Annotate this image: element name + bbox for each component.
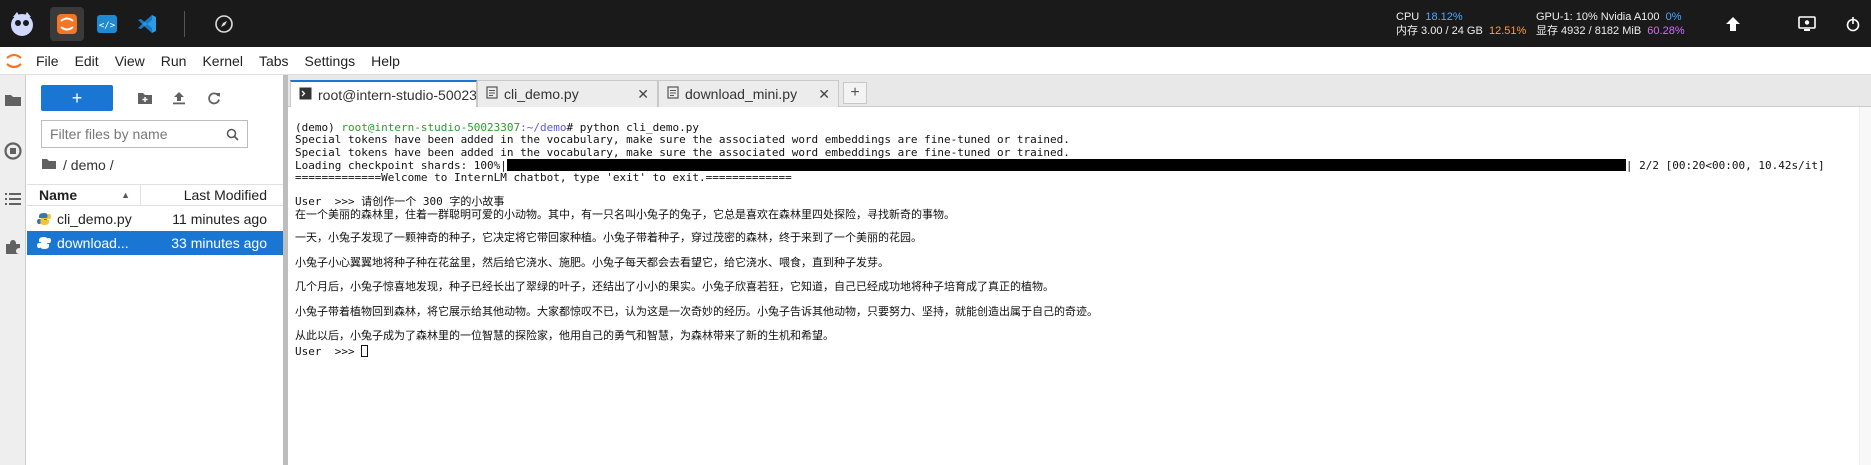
tab-terminal[interactable]: root@intern-studio-50023 bbox=[290, 80, 477, 108]
prompt-path: :~/demo bbox=[520, 121, 567, 134]
terminal-line: =============Welcome to InternLM chatbot… bbox=[295, 170, 792, 184]
terminal-scrollbar[interactable] bbox=[1859, 107, 1871, 465]
python-file-icon bbox=[27, 236, 53, 250]
system-monitor: CPU 18.12% GPU-1: 10% Nvidia A100 0% 内存 … bbox=[1396, 10, 1685, 38]
menu-file[interactable]: File bbox=[28, 53, 67, 69]
new-tab-button[interactable]: + bbox=[843, 82, 867, 104]
terminal-line: Special tokens have been added in the vo… bbox=[295, 133, 1070, 147]
filter-files-field[interactable] bbox=[41, 120, 248, 148]
text-file-icon bbox=[667, 86, 679, 102]
file-list-header: Name ▲ Last Modified bbox=[27, 184, 283, 206]
upload-files-icon[interactable] bbox=[168, 87, 190, 109]
folder-icon[interactable] bbox=[41, 157, 57, 173]
tab-cli-demo[interactable]: cli_demo.py ✕ bbox=[477, 80, 658, 107]
compass-icon[interactable] bbox=[207, 7, 241, 41]
text-file-icon bbox=[486, 86, 498, 102]
vscode-app-icon[interactable] bbox=[130, 7, 164, 41]
story-paragraph: 从此以后，小兔子成为了森林里的一位智慧的探险家，他用自己的勇气和智慧，为森林带来… bbox=[295, 329, 834, 343]
tab-download-mini[interactable]: download_mini.py ✕ bbox=[658, 80, 839, 107]
cpu-value: 18.12% bbox=[1425, 11, 1463, 23]
prompt-env: (demo) bbox=[295, 121, 342, 134]
jupyter-logo-icon bbox=[0, 51, 28, 71]
file-browser: + / demo / Name ▲ Last Modified cli_demo… bbox=[27, 75, 283, 465]
progress-bar bbox=[506, 159, 1626, 172]
cpu-label: CPU bbox=[1396, 11, 1420, 23]
running-kernels-icon[interactable] bbox=[3, 141, 23, 161]
terminal-line-progress: Loading checkpoint shards: 100%| | 2/2 [0… bbox=[295, 159, 1859, 173]
gpu-value: 0% bbox=[1665, 11, 1682, 23]
file-modified: 33 minutes ago bbox=[171, 235, 267, 251]
story-paragraph: 在一个美丽的森林里，住着一群聪明可爱的小动物。其中，有一只名叫小兔子的兔子，它总… bbox=[295, 207, 955, 221]
terminal-line: Special tokens have been added in the vo… bbox=[295, 145, 1070, 159]
menu-bar: File Edit View Run Kernel Tabs Settings … bbox=[0, 47, 1871, 75]
upload-icon[interactable] bbox=[1708, 0, 1758, 47]
terminal-final-prompt: User >>> bbox=[295, 344, 1859, 358]
filter-files-input[interactable] bbox=[50, 126, 220, 142]
refresh-icon[interactable] bbox=[203, 87, 225, 109]
menu-tabs[interactable]: Tabs bbox=[251, 53, 297, 69]
tab-bar: root@intern-studio-50023 cli_demo.py ✕ d… bbox=[288, 75, 1871, 108]
terminal-user-prompt: User >>> 请创作一个 300 字的小故事 bbox=[295, 195, 505, 209]
top-bar: </> CPU 18.12% GPU-1: 10% Nvidia A100 0%… bbox=[0, 0, 1871, 47]
code-editor-app-icon[interactable]: </> bbox=[90, 7, 124, 41]
svg-text:</>: </> bbox=[99, 21, 116, 31]
python-file-icon bbox=[27, 212, 53, 226]
tab-label: cli_demo.py bbox=[504, 86, 579, 102]
file-name: download... bbox=[57, 235, 129, 251]
menu-settings[interactable]: Settings bbox=[297, 53, 364, 69]
close-icon[interactable]: ✕ bbox=[818, 86, 830, 103]
table-of-contents-icon[interactable] bbox=[3, 189, 23, 209]
monitor-icon[interactable] bbox=[1782, 0, 1832, 47]
new-folder-icon[interactable] bbox=[134, 87, 156, 109]
vram-value: 60.28% bbox=[1647, 25, 1685, 37]
story-paragraph: 几个月后，小兔子惊喜地发现，种子已经长出了翠绿的叶子，还结出了小小的果实。小兔子… bbox=[295, 280, 1054, 294]
close-icon[interactable]: ✕ bbox=[637, 86, 649, 103]
terminal-cursor bbox=[361, 344, 369, 357]
column-header-name[interactable]: Name ▲ bbox=[27, 185, 141, 205]
power-icon[interactable] bbox=[1838, 0, 1868, 47]
gpu-label: GPU-1: 10% Nvidia A100 bbox=[1536, 11, 1660, 23]
folder-icon[interactable] bbox=[3, 90, 23, 110]
extensions-icon[interactable] bbox=[3, 237, 23, 257]
story-paragraph: 小兔子带着植物回到森林，将它展示给其他动物。大家都惊叹不已，认为这是一次奇妙的经… bbox=[295, 304, 1098, 318]
progress-suffix: | 2/2 [00:20<00:00, 10.42s/it] bbox=[1625, 159, 1825, 173]
menu-edit[interactable]: Edit bbox=[67, 53, 107, 69]
jupyter-app-icon[interactable] bbox=[50, 6, 84, 41]
prompt-command: # python cli_demo.py bbox=[566, 121, 699, 134]
file-row[interactable]: download... 33 minutes ago bbox=[27, 231, 283, 255]
search-icon bbox=[226, 128, 239, 141]
breadcrumb-path[interactable]: / demo / bbox=[63, 157, 114, 173]
menu-run[interactable]: Run bbox=[153, 53, 195, 69]
left-sidebar-rail bbox=[0, 75, 26, 465]
file-row[interactable]: cli_demo.py 11 minutes ago bbox=[27, 207, 283, 231]
breadcrumb: / demo / bbox=[41, 157, 114, 173]
sort-ascending-icon: ▲ bbox=[121, 190, 130, 200]
terminal-output[interactable]: (demo) root@intern-studio-50023307:~/dem… bbox=[288, 107, 1859, 465]
new-launcher-label: + bbox=[71, 87, 83, 108]
menu-help[interactable]: Help bbox=[363, 53, 408, 69]
studio-logo-icon[interactable] bbox=[0, 0, 44, 47]
prompt-user: root@intern-studio-50023307 bbox=[341, 121, 521, 134]
file-name: cli_demo.py bbox=[57, 211, 132, 227]
column-header-name-label: Name bbox=[39, 187, 78, 203]
vram-label: 显存 4932 / 8182 MiB bbox=[1536, 25, 1642, 37]
tab-label: download_mini.py bbox=[685, 86, 798, 102]
column-header-modified[interactable]: Last Modified bbox=[141, 187, 283, 203]
menu-kernel[interactable]: Kernel bbox=[194, 53, 250, 69]
story-paragraph: 一天，小兔子发现了一颗神奇的种子，它决定将它带回家种植。小兔子带着种子，穿过茂密… bbox=[295, 231, 922, 245]
memory-value: 12.51% bbox=[1488, 25, 1527, 37]
tab-label: root@intern-studio-50023 bbox=[318, 87, 476, 103]
new-launcher-button[interactable]: + bbox=[41, 85, 113, 111]
final-prompt-text: User >>> bbox=[295, 344, 362, 358]
file-modified: 11 minutes ago bbox=[172, 211, 267, 227]
terminal-icon bbox=[299, 87, 312, 103]
toolbar-divider bbox=[184, 10, 185, 37]
memory-label: 内存 3.00 / 24 GB bbox=[1396, 25, 1483, 37]
story-paragraph: 小兔子小心翼翼地将种子种在花盆里，然后给它浇水、施肥。小兔子每天都会去看望它，给… bbox=[295, 255, 889, 269]
menu-view[interactable]: View bbox=[107, 53, 153, 69]
